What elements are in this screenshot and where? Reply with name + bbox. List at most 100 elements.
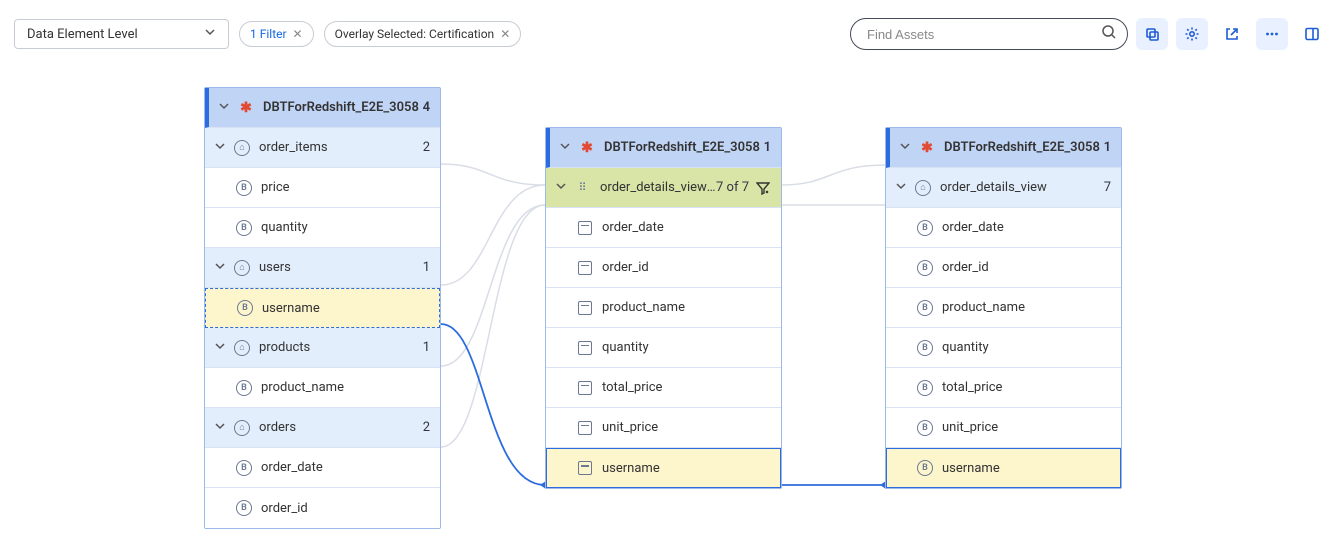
column-row[interactable]: product_name: [886, 288, 1121, 328]
view-name: order_details_view: [940, 180, 1104, 195]
gear-icon-button[interactable]: [1176, 18, 1208, 50]
column-name: product_name: [602, 300, 771, 315]
column-name: price: [261, 180, 430, 195]
node-count: 4: [423, 100, 430, 115]
node-header[interactable]: ✱ DBTForRedshift_E2E_3058 1: [886, 128, 1121, 168]
open-external-icon-button[interactable]: [1216, 18, 1248, 50]
column-name: order_id: [942, 260, 1111, 275]
close-icon[interactable]: ✕: [500, 28, 510, 40]
calculator-icon: [576, 379, 594, 397]
column-icon: [916, 219, 934, 237]
column-row[interactable]: order_date: [205, 448, 440, 488]
view-group[interactable]: ⌂ order_details_view 7: [886, 168, 1121, 208]
column-row[interactable]: order_date: [886, 208, 1121, 248]
column-row[interactable]: total_price: [886, 368, 1121, 408]
column-name: order_id: [261, 501, 430, 516]
column-row[interactable]: quantity: [546, 328, 781, 368]
column-name: unit_price: [602, 420, 771, 435]
level-select-label: Data Element Level: [27, 27, 138, 42]
chevron-down-icon: [900, 140, 914, 155]
column-icon: [235, 379, 253, 397]
column-row[interactable]: product_name: [205, 368, 440, 408]
table-icon: ⌂: [233, 139, 251, 157]
column-name: quantity: [261, 220, 430, 235]
column-row[interactable]: order_id: [205, 488, 440, 528]
calculator-icon: [576, 299, 594, 317]
table-icon: ⌂: [233, 339, 251, 357]
column-icon: [235, 179, 253, 197]
column-row[interactable]: order_date: [546, 208, 781, 248]
column-icon: [916, 299, 934, 317]
chevron-down-icon: [219, 100, 233, 115]
column-name: unit_price: [942, 420, 1111, 435]
table-icon: ⌂: [233, 259, 251, 277]
chevron-down-icon: [215, 340, 229, 355]
column-name: quantity: [602, 340, 771, 355]
table-count: 2: [423, 140, 430, 155]
search-icon: [1101, 24, 1117, 44]
search-box[interactable]: [850, 18, 1128, 50]
level-select[interactable]: Data Element Level: [14, 19, 229, 49]
column-row-selected[interactable]: username: [886, 448, 1121, 488]
panel-icon-button[interactable]: [1296, 18, 1328, 50]
chevron-down-icon: [215, 260, 229, 275]
database-icon: ✱: [237, 99, 255, 117]
calculator-icon: [576, 459, 594, 477]
column-row[interactable]: quantity: [886, 328, 1121, 368]
column-icon: [235, 459, 253, 477]
table-name: orders: [259, 420, 423, 435]
column-name: total_price: [942, 380, 1111, 395]
node-title: DBTForRedshift_E2E_3058: [604, 140, 764, 155]
table-group[interactable]: ⌂ users 1: [205, 248, 440, 288]
column-icon: [916, 419, 934, 437]
column-name: product_name: [261, 380, 430, 395]
copy-icon-button[interactable]: [1136, 18, 1168, 50]
column-row[interactable]: order_id: [546, 248, 781, 288]
column-row[interactable]: total_price: [546, 368, 781, 408]
lineage-node[interactable]: ✱ DBTForRedshift_E2E_3058 4 ⌂ order_item…: [204, 87, 441, 529]
column-row[interactable]: price: [205, 168, 440, 208]
filter-chip-label: 1 Filter: [250, 27, 287, 41]
column-icon: [916, 459, 934, 477]
column-row-selected[interactable]: username: [205, 288, 440, 328]
table-count: 1: [423, 260, 430, 275]
column-icon: [916, 259, 934, 277]
chevron-down-icon: [215, 420, 229, 435]
lineage-node[interactable]: ✱ DBTForRedshift_E2E_3058 1 ⠿ order_deta…: [545, 127, 782, 489]
column-row[interactable]: order_id: [886, 248, 1121, 288]
close-icon[interactable]: ✕: [293, 28, 303, 40]
search-input[interactable]: [865, 26, 1101, 43]
column-row[interactable]: product_name: [546, 288, 781, 328]
more-icon-button[interactable]: [1256, 18, 1288, 50]
filter-chip[interactable]: 1 Filter ✕: [239, 21, 314, 47]
column-icon: [916, 379, 934, 397]
table-group[interactable]: ⌂ orders 2: [205, 408, 440, 448]
column-icon: [236, 299, 254, 317]
node-header[interactable]: ✱ DBTForRedshift_E2E_3058 4: [205, 88, 440, 128]
lineage-node[interactable]: ✱ DBTForRedshift_E2E_3058 1 ⌂ order_deta…: [885, 127, 1122, 489]
column-row[interactable]: unit_price: [546, 408, 781, 448]
table-count: 2: [423, 420, 430, 435]
calculator-icon: [576, 419, 594, 437]
calculator-icon: [576, 219, 594, 237]
view-count: 7: [1104, 180, 1111, 195]
chevron-down-icon: [204, 26, 216, 42]
view-group[interactable]: ⠿ order_details_view … 7 of 7: [546, 168, 781, 208]
overlay-chip[interactable]: Overlay Selected: Certification ✕: [324, 21, 522, 47]
table-name: products: [259, 340, 423, 355]
node-header[interactable]: ✱ DBTForRedshift_E2E_3058 1: [546, 128, 781, 168]
column-row[interactable]: quantity: [205, 208, 440, 248]
column-row[interactable]: unit_price: [886, 408, 1121, 448]
table-group[interactable]: ⌂ order_items 2: [205, 128, 440, 168]
database-icon: ✱: [578, 139, 596, 157]
table-name: order_items: [259, 140, 423, 155]
column-name: username: [942, 461, 1111, 476]
column-row-selected[interactable]: username: [546, 448, 781, 488]
node-count: 1: [1104, 140, 1111, 155]
chevron-down-icon: [896, 180, 910, 195]
table-icon: ⌂: [914, 179, 932, 197]
filter-icon[interactable]: [755, 180, 771, 196]
node-title: DBTForRedshift_E2E_3058: [263, 100, 423, 115]
drag-handle-icon: ⠿: [574, 179, 592, 197]
table-group[interactable]: ⌂ products 1: [205, 328, 440, 368]
